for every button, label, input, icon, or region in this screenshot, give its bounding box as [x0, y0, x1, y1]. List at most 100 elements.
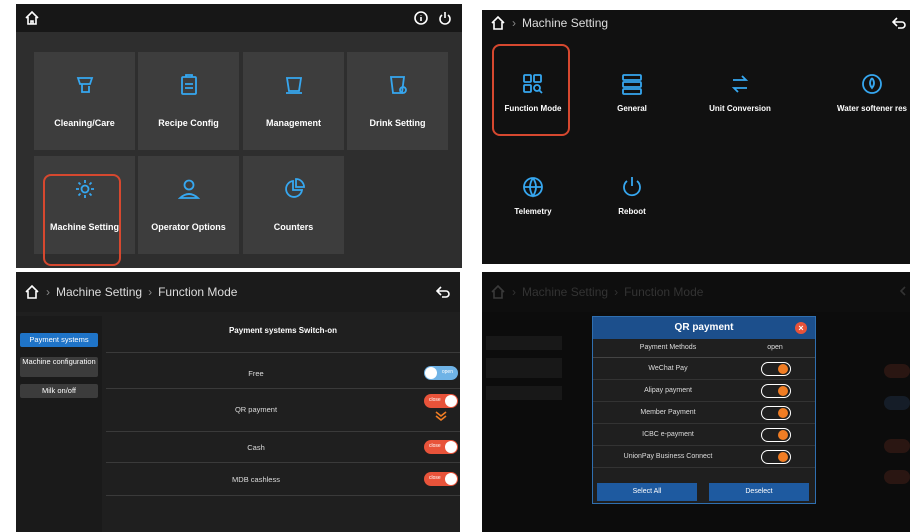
qr-payment-dialog-panel: › Machine Setting › Function Mode QR pay…	[482, 272, 910, 532]
toggle-qr-payment[interactable]: close	[424, 394, 458, 408]
dimmed-toggle	[884, 470, 910, 484]
back-icon[interactable]	[436, 286, 450, 298]
row-label: QR payment	[234, 405, 278, 414]
row-free: Free open	[106, 354, 460, 389]
method-label: UnionPay Business Connect	[623, 453, 713, 460]
toggle-member-payment[interactable]	[761, 406, 791, 420]
dimmed-toggle	[884, 396, 910, 410]
tile-counters[interactable]: Counters	[243, 156, 344, 254]
sidebar-item-milk-on-off[interactable]: Milk on/off	[20, 384, 98, 398]
list-item: ICBC e-payment	[593, 424, 815, 446]
toggle-state: close	[429, 475, 441, 481]
highlight-box	[492, 44, 570, 136]
section-title: Payment systems Switch-on	[228, 326, 338, 335]
toggle-knob	[778, 408, 788, 418]
item-label: Reboot	[618, 207, 646, 216]
breadcrumb-function-mode: Function Mode	[158, 285, 238, 299]
chevron-double-down-icon[interactable]	[435, 411, 447, 421]
sidebar-item-machine-configuration[interactable]: Machine configuration	[20, 357, 98, 377]
list-item: Member Payment	[593, 402, 815, 424]
cup-icon	[285, 77, 302, 94]
top-bar: › Machine Setting › Function Mode	[16, 272, 460, 312]
method-label: Alipay payment	[644, 387, 692, 394]
toggle-cash[interactable]: close	[424, 440, 458, 454]
chevron-right-icon: ›	[614, 285, 619, 299]
modal-header: QR payment ×	[593, 317, 815, 339]
item-label: Water softener res	[837, 104, 907, 113]
item-label: General	[617, 104, 647, 113]
dimmed-sidebar-item	[486, 336, 562, 350]
hand-wash-icon	[76, 77, 93, 93]
power-icon	[623, 177, 641, 197]
dimmed-sidebar-item	[486, 386, 562, 400]
home-icon[interactable]	[490, 15, 506, 31]
tile-recipe-config[interactable]: Recipe Config	[138, 52, 239, 150]
item-label: Unit Conversion	[709, 104, 771, 113]
close-icon[interactable]: ×	[795, 322, 807, 334]
list-item: WeChat Pay	[593, 358, 815, 380]
tile-management[interactable]: Management	[243, 52, 344, 150]
toggle-icbc-epayment[interactable]	[761, 428, 791, 442]
toggle-free[interactable]: open	[424, 366, 458, 380]
list-item: Alipay payment	[593, 380, 815, 402]
breadcrumb-machine-setting[interactable]: Machine Setting	[522, 16, 608, 30]
toggle-knob	[445, 473, 457, 485]
row-label: Free	[248, 369, 264, 378]
pie-chart-icon	[284, 178, 305, 198]
sidebar	[16, 316, 102, 532]
qr-payment-modal: QR payment × Payment Methods open WeChat…	[592, 316, 816, 504]
dimmed-toggle	[884, 364, 910, 378]
item-general[interactable]: General	[587, 72, 677, 113]
tile-label: Counters	[273, 222, 314, 232]
toggle-alipay[interactable]	[761, 384, 791, 398]
convert-icon	[731, 75, 749, 93]
method-label: ICBC e-payment	[642, 431, 694, 438]
tile-drink-setting[interactable]: Drink Setting	[347, 52, 448, 150]
section-header: Payment systems Switch-on	[106, 316, 460, 353]
toggle-knob	[778, 364, 788, 374]
modal-title: QR payment	[674, 322, 734, 333]
home-icon[interactable]	[24, 284, 40, 300]
tile-label: Operator Options	[151, 222, 226, 232]
user-icon	[177, 179, 200, 199]
item-unit-conversion[interactable]: Unit Conversion	[695, 72, 785, 113]
machine-setting-panel: › Machine Setting Function Mode General …	[482, 10, 910, 264]
item-reboot[interactable]: Reboot	[587, 175, 677, 216]
tile-label: Cleaning/Care	[54, 118, 115, 128]
item-telemetry[interactable]: Telemetry	[488, 175, 578, 216]
item-water-softener[interactable]: Water softener res	[822, 72, 910, 113]
dimmed-sidebar-item	[486, 358, 562, 378]
select-all-button[interactable]: Select All	[597, 483, 697, 501]
toggle-wechat-pay[interactable]	[761, 362, 791, 376]
home-icon[interactable]	[24, 10, 40, 26]
row-mdb-cashless: MDB cashless close	[106, 463, 460, 496]
row-qr-payment: QR payment close	[106, 389, 460, 432]
toggle-knob	[778, 430, 788, 440]
sidebar-item-payment-systems[interactable]: Payment systems	[20, 333, 98, 347]
top-bar: › Machine Setting	[482, 10, 910, 36]
info-icon[interactable]	[414, 11, 428, 25]
row-cash: Cash close	[106, 432, 460, 463]
chevron-right-icon: ›	[512, 16, 516, 30]
method-label: Member Payment	[640, 409, 696, 416]
toggle-state: open	[441, 369, 453, 375]
clipboard-icon	[180, 74, 197, 95]
back-icon	[900, 286, 906, 296]
back-icon[interactable]	[892, 17, 906, 29]
breadcrumb-machine-setting[interactable]: Machine Setting	[56, 285, 142, 299]
item-label: Telemetry	[514, 207, 552, 216]
globe-icon	[523, 177, 543, 198]
cup-gear-icon	[389, 76, 407, 94]
toggle-knob	[778, 452, 788, 462]
power-icon[interactable]	[438, 11, 452, 25]
highlight-box	[43, 174, 121, 266]
toggle-unionpay[interactable]	[761, 450, 791, 464]
tile-cleaning-care[interactable]: Cleaning/Care	[34, 52, 135, 150]
toggle-mdb-cashless[interactable]: close	[424, 472, 458, 486]
deselect-button[interactable]: Deselect	[709, 483, 809, 501]
tile-label: Drink Setting	[369, 118, 426, 128]
top-bar: › Machine Setting › Function Mode	[482, 272, 910, 312]
row-label: Cash	[247, 443, 265, 452]
tile-operator-options[interactable]: Operator Options	[138, 156, 239, 254]
top-bar	[16, 4, 462, 32]
